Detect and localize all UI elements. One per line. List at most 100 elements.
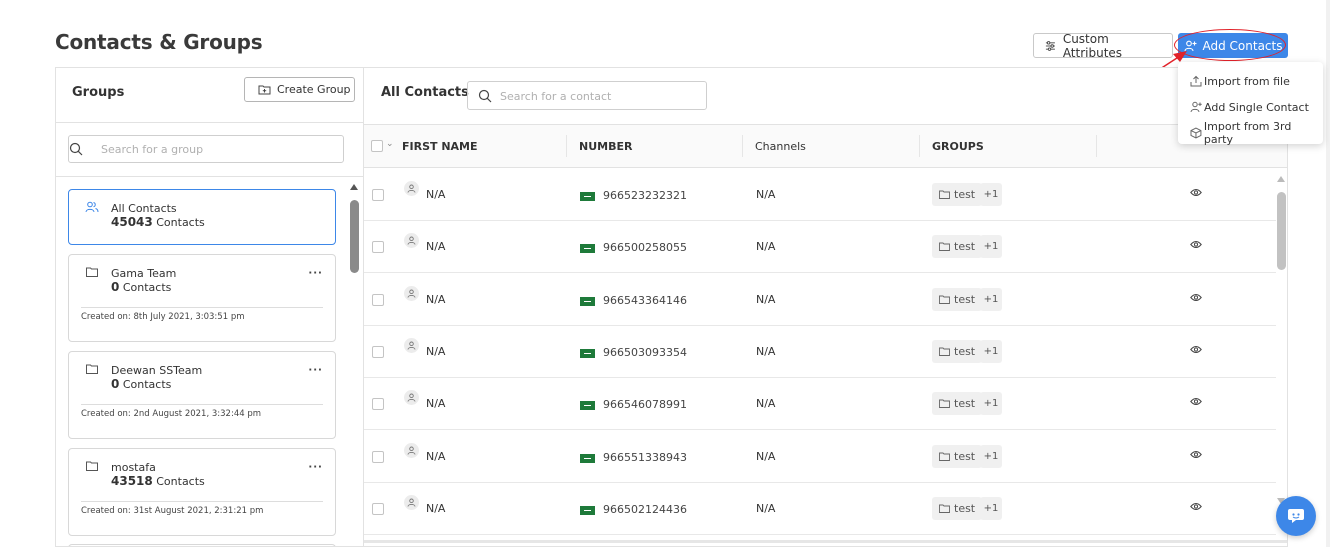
contact-number: 966543364146	[603, 293, 687, 307]
menu-item-import-3rd-party[interactable]: Import from 3rd party	[1178, 120, 1323, 146]
folder-icon	[939, 295, 950, 304]
more-groups-badge[interactable]: +1	[980, 496, 1002, 520]
saudi-flag-icon	[580, 348, 595, 358]
contact-channels: N/A	[756, 344, 776, 358]
more-groups-badge[interactable]: +1	[980, 392, 1002, 416]
contact-number: 966502124436	[603, 502, 687, 516]
row-checkbox[interactable]	[372, 398, 384, 411]
row-checkbox[interactable]	[372, 502, 384, 515]
contact-number: 966546078991	[603, 398, 687, 412]
view-eye-icon[interactable]	[1190, 293, 1202, 302]
group-card[interactable]: Deewan SSTeam 0 Contacts ··· Created on:…	[68, 351, 336, 439]
group-tag-label: test	[954, 397, 976, 411]
more-groups-badge[interactable]: +1	[980, 339, 1002, 363]
users-icon	[85, 201, 99, 213]
row-checkbox[interactable]	[372, 293, 384, 306]
folder-icon	[86, 461, 98, 471]
contact-number: 966551338943	[603, 450, 687, 464]
view-eye-icon[interactable]	[1190, 397, 1202, 406]
folder-icon	[939, 347, 950, 356]
group-created-date: Created on: 31st August 2021, 2:31:21 pm	[81, 506, 264, 516]
group-count: 43518 Contacts	[111, 474, 205, 488]
more-groups-badge[interactable]: +1	[980, 183, 1002, 206]
more-groups-badge[interactable]: +1	[980, 444, 1002, 468]
table-row[interactable]: N/A 966503093354 N/A test +1	[364, 326, 1276, 378]
chevron-down-icon[interactable]: ⌄	[386, 138, 394, 149]
column-header-channels[interactable]: Channels	[755, 140, 806, 153]
group-search-input[interactable]: Search for a group	[68, 135, 344, 163]
row-checkbox[interactable]	[372, 345, 384, 358]
menu-item-label: Add Single Contact	[1204, 100, 1309, 114]
avatar-icon	[404, 390, 419, 406]
table-row[interactable]: N/A 966543364146 N/A test +1	[364, 274, 1276, 326]
view-eye-icon[interactable]	[1190, 188, 1202, 197]
chat-support-button[interactable]	[1276, 496, 1316, 536]
table-row[interactable]: N/A 966502124436 N/A test +1	[364, 483, 1276, 535]
table-row[interactable]: N/A 966523232321 N/A test +1	[364, 169, 1276, 221]
view-eye-icon[interactable]	[1190, 240, 1202, 249]
scroll-up-arrow[interactable]	[1277, 176, 1285, 182]
group-tag[interactable]: test	[932, 496, 983, 520]
horizontal-scrollbar[interactable]	[364, 540, 1287, 543]
more-options-icon[interactable]: ···	[309, 459, 324, 474]
contact-channels: N/A	[756, 397, 776, 411]
more-options-icon[interactable]: ···	[309, 362, 324, 377]
view-eye-icon[interactable]	[1190, 345, 1202, 354]
more-groups-badge[interactable]: +1	[980, 287, 1002, 311]
table-header: ⌄ FIRST NAME NUMBER Channels GROUPS	[364, 124, 1287, 168]
group-created-date: Created on: 2nd August 2021, 3:32:44 pm	[81, 409, 262, 419]
upload-icon	[1190, 75, 1202, 87]
scroll-up-arrow[interactable]	[350, 184, 358, 190]
menu-item-add-single[interactable]: Add Single Contact	[1178, 94, 1323, 120]
menu-item-import-file[interactable]: Import from file	[1178, 68, 1323, 94]
group-tag[interactable]: test	[932, 235, 983, 259]
add-contacts-button[interactable]: Add Contacts	[1178, 33, 1288, 58]
column-header-groups[interactable]: GROUPS	[932, 140, 984, 153]
group-tag[interactable]: test	[932, 339, 983, 363]
row-checkbox[interactable]	[372, 450, 384, 463]
contact-search-input[interactable]: Search for a contact	[467, 81, 707, 110]
group-tag[interactable]: test	[932, 183, 983, 206]
group-tag[interactable]: test	[932, 287, 983, 311]
contact-number: 966500258055	[603, 241, 687, 255]
group-tag-label: test	[954, 292, 976, 306]
more-groups-badge[interactable]: +1	[980, 235, 1002, 259]
column-header-first-name[interactable]: FIRST NAME	[402, 140, 478, 153]
contacts-title: All Contacts	[381, 85, 469, 100]
menu-item-label: Import from 3rd party	[1203, 120, 1292, 146]
view-eye-icon[interactable]	[1190, 450, 1202, 459]
avatar-icon	[404, 494, 419, 510]
select-all-checkbox[interactable]	[371, 140, 383, 152]
add-user-icon	[1183, 40, 1196, 51]
group-tag-label: test	[954, 501, 976, 515]
create-group-label: Create Group	[277, 83, 351, 96]
divider	[81, 404, 323, 405]
group-tag[interactable]: test	[932, 444, 983, 468]
contact-search-placeholder: Search for a contact	[500, 90, 612, 103]
view-eye-icon[interactable]	[1190, 502, 1202, 511]
group-card[interactable]: mostafa 43518 Contacts ··· Created on: 3…	[68, 448, 336, 536]
chat-icon	[1288, 509, 1304, 523]
groups-scrollbar-thumb[interactable]	[350, 200, 359, 273]
group-search-placeholder: Search for a group	[101, 142, 204, 156]
row-checkbox[interactable]	[372, 189, 384, 201]
group-card-all-contacts[interactable]: All Contacts 45043 Contacts	[68, 189, 336, 245]
group-tag[interactable]: test	[932, 392, 983, 416]
table-row[interactable]: N/A 966546078991 N/A test +1	[364, 378, 1276, 431]
more-options-icon[interactable]: ···	[309, 265, 324, 280]
group-card[interactable]: Gama Team 0 Contacts ··· Created on: 8th…	[68, 254, 336, 342]
contact-first-name: N/A	[426, 240, 446, 254]
create-group-button[interactable]: Create Group	[244, 77, 355, 102]
groups-title: Groups	[72, 85, 125, 100]
column-header-number[interactable]: NUMBER	[579, 140, 632, 153]
table-row[interactable]: N/A 966551338943 N/A test +1	[364, 431, 1276, 483]
table-row[interactable]: N/A 966500258055 N/A test +1	[364, 221, 1276, 274]
saudi-flag-icon	[580, 401, 595, 411]
group-created-date: Created on: 8th July 2021, 3:03:51 pm	[81, 312, 245, 322]
contacts-scrollbar-thumb[interactable]	[1277, 192, 1286, 270]
groups-panel: Groups Create Group Search for a group A…	[55, 67, 363, 547]
contact-channels: N/A	[756, 501, 776, 515]
custom-attributes-button[interactable]: Custom Attributes	[1033, 32, 1173, 60]
avatar-icon	[404, 181, 419, 196]
row-checkbox[interactable]	[372, 241, 384, 254]
